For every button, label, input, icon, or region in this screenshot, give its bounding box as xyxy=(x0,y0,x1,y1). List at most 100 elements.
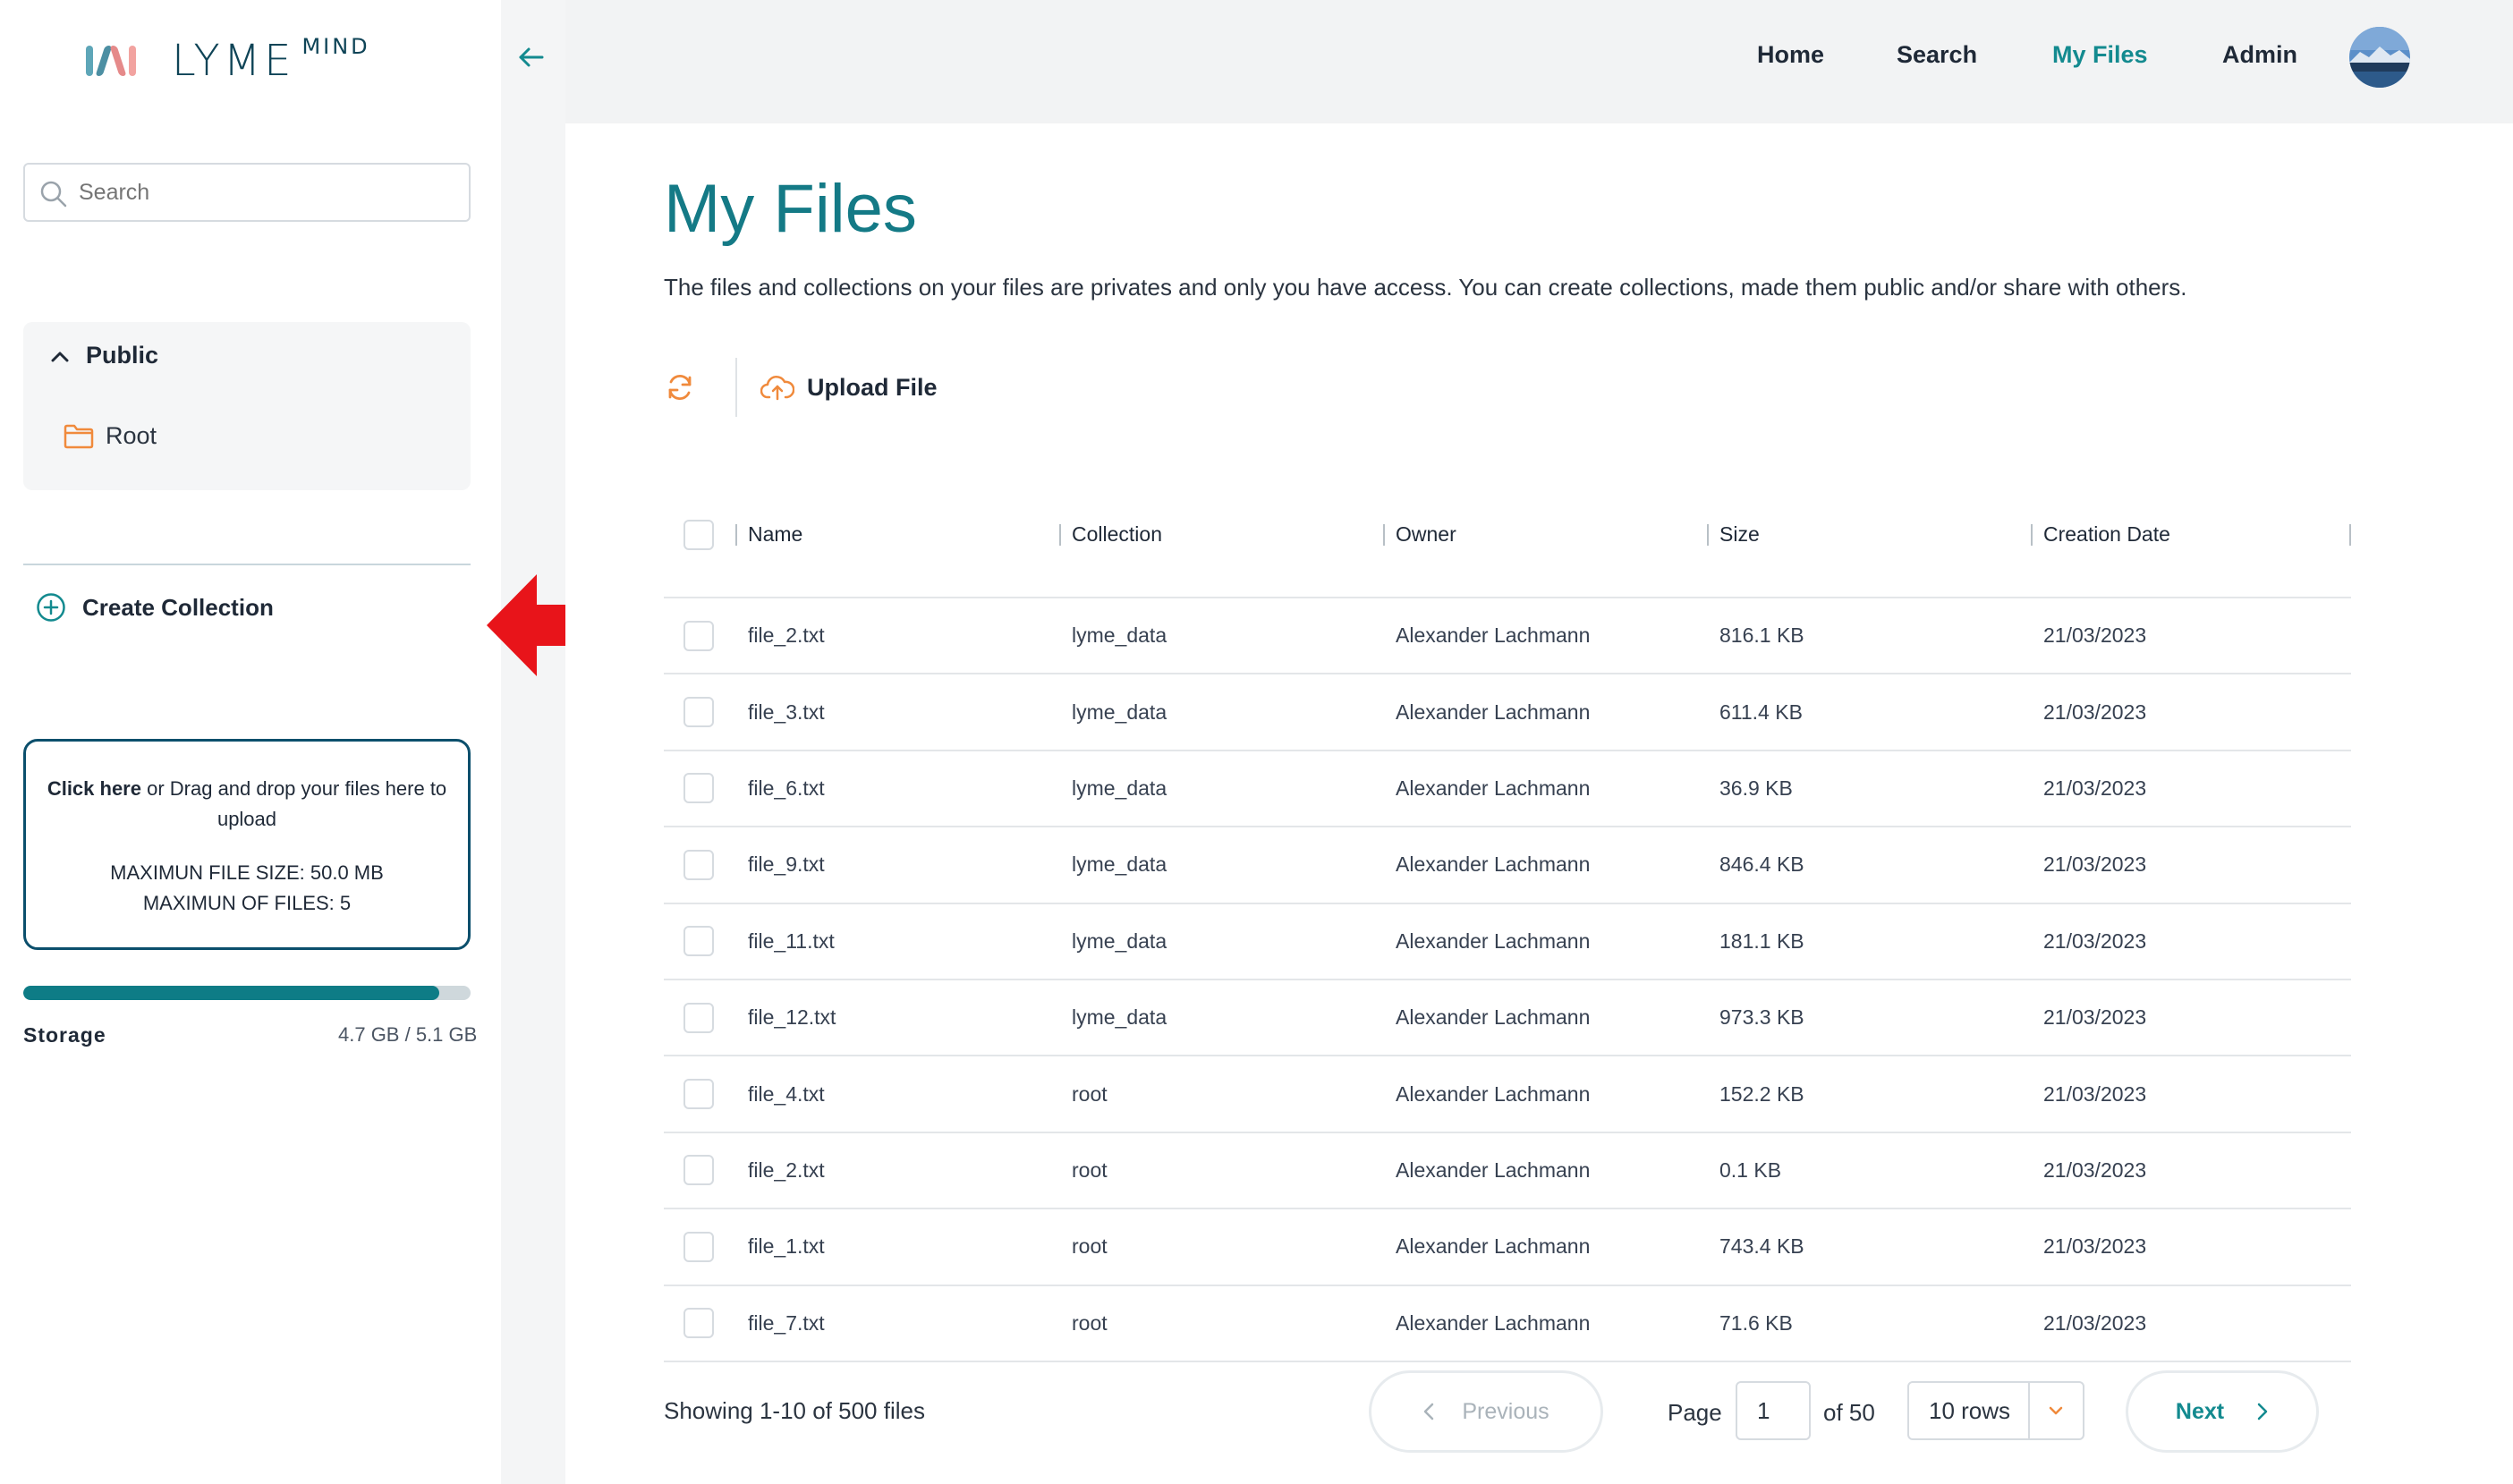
main-content: My Files The files and collections on yo… xyxy=(565,123,2513,1484)
cell-creation-date: 21/03/2023 xyxy=(2031,674,2351,751)
page-title: My Files xyxy=(664,171,917,247)
row-select-cell xyxy=(664,1208,735,1286)
cell-name[interactable]: file_2.txt xyxy=(735,1132,1059,1210)
rows-per-page-value: 10 rows xyxy=(1929,1396,2011,1424)
cell-owner: Alexander Lachmann xyxy=(1383,1208,1707,1286)
cell-size: 152.2 KB xyxy=(1707,1056,2031,1133)
dropzone-instruction: Click here or Drag and drop your files h… xyxy=(26,774,468,835)
table-row[interactable]: file_2.txt root Alexander Lachmann 0.1 KB 21… xyxy=(664,1132,2351,1210)
cell-name[interactable]: file_3.txt xyxy=(735,674,1059,751)
sidebar-item-root[interactable]: Root xyxy=(63,422,157,450)
dropzone-click-here[interactable]: Click here xyxy=(47,777,141,800)
rows-per-page-select[interactable]: 10 rows xyxy=(1907,1381,2084,1440)
cell-name[interactable]: file_11.txt xyxy=(735,903,1059,980)
row-checkbox[interactable] xyxy=(683,849,714,880)
cell-name[interactable]: file_9.txt xyxy=(735,827,1059,904)
app-logo[interactable]: LYME MIND xyxy=(86,34,370,88)
table-row[interactable]: file_6.txt lyme_data Alexander Lachmann 36.… xyxy=(664,750,2351,828)
storage-value: 4.7 GB / 5.1 GB xyxy=(338,1023,478,1046)
cell-name[interactable]: file_4.txt xyxy=(735,1056,1059,1133)
search-icon xyxy=(40,181,67,208)
row-checkbox[interactable] xyxy=(683,620,714,651)
row-select-cell xyxy=(664,598,735,675)
cell-creation-date: 21/03/2023 xyxy=(2031,750,2351,828)
public-collections-panel: Public Root xyxy=(23,322,471,490)
nav-my-files[interactable]: My Files xyxy=(2052,41,2148,69)
file-dropzone[interactable]: Click here or Drag and drop your files h… xyxy=(23,739,471,950)
cell-name[interactable]: file_7.txt xyxy=(735,1285,1059,1362)
row-checkbox[interactable] xyxy=(683,1308,714,1339)
table-row[interactable]: file_7.txt root Alexander Lachmann 71.6 KB 2… xyxy=(664,1285,2351,1362)
nav-search[interactable]: Search xyxy=(1897,41,1977,69)
storage-label: Storage xyxy=(23,1023,106,1047)
files-toolbar: Upload File xyxy=(655,358,938,417)
table-row[interactable]: file_1.txt root Alexander Lachmann 743.4 KB… xyxy=(664,1208,2351,1286)
cell-owner: Alexander Lachmann xyxy=(1383,1285,1707,1362)
cell-size: 0.1 KB xyxy=(1707,1132,2031,1210)
create-collection-button[interactable]: Create Collection xyxy=(36,592,274,623)
row-checkbox[interactable] xyxy=(683,773,714,804)
column-header-creation-date[interactable]: Creation Date xyxy=(2031,472,2351,598)
cell-owner: Alexander Lachmann xyxy=(1383,750,1707,828)
row-checkbox[interactable] xyxy=(683,1079,714,1110)
row-checkbox[interactable] xyxy=(683,1002,714,1033)
chevron-right-icon xyxy=(2257,1403,2268,1420)
table-row[interactable]: file_12.txt lyme_data Alexander Lachmann 97… xyxy=(664,979,2351,1057)
chevron-up-icon xyxy=(51,352,69,361)
cell-creation-date: 21/03/2023 xyxy=(2031,979,2351,1057)
cell-name[interactable]: file_6.txt xyxy=(735,750,1059,828)
column-header-owner[interactable]: Owner xyxy=(1383,472,1707,598)
files-table: Name Collection Owner Size Creation Date… xyxy=(664,472,2351,1362)
row-checkbox[interactable] xyxy=(683,926,714,957)
column-header-size[interactable]: Size xyxy=(1707,472,2031,598)
dropzone-max-files: MAXIMUN OF FILES: 5 xyxy=(142,892,352,914)
cell-name[interactable]: file_12.txt xyxy=(735,979,1059,1057)
cell-collection: lyme_data xyxy=(1059,674,1383,751)
cell-collection: lyme_data xyxy=(1059,903,1383,980)
collapse-sidebar-arrow-icon[interactable] xyxy=(515,41,548,73)
row-select-cell xyxy=(664,903,735,980)
cell-owner: Alexander Lachmann xyxy=(1383,1056,1707,1133)
cell-owner: Alexander Lachmann xyxy=(1383,598,1707,675)
files-table-body: file_2.txt lyme_data Alexander Lachmann 816… xyxy=(664,598,2351,1362)
row-checkbox[interactable] xyxy=(683,1155,714,1186)
public-section-title: Public xyxy=(86,342,159,369)
column-header-name[interactable]: Name xyxy=(735,472,1059,598)
column-header-collection[interactable]: Collection xyxy=(1059,472,1383,598)
storage-progress-fill xyxy=(23,986,439,1000)
cell-collection: root xyxy=(1059,1132,1383,1210)
row-select-cell xyxy=(664,979,735,1057)
upload-file-button[interactable]: Upload File xyxy=(760,374,938,402)
logo-text: LYME xyxy=(172,36,295,86)
cell-name[interactable]: file_1.txt xyxy=(735,1208,1059,1286)
user-avatar[interactable] xyxy=(2349,27,2410,88)
nav-home[interactable]: Home xyxy=(1757,41,1824,69)
cell-name[interactable]: file_2.txt xyxy=(735,598,1059,675)
row-checkbox[interactable] xyxy=(683,697,714,728)
upload-file-label: Upload File xyxy=(807,373,938,401)
table-row[interactable]: file_9.txt lyme_data Alexander Lachmann 846… xyxy=(664,827,2351,904)
rows-dropdown-toggle[interactable] xyxy=(2027,1383,2083,1438)
sidebar-search-input[interactable] xyxy=(79,179,469,206)
cell-creation-date: 21/03/2023 xyxy=(2031,1132,2351,1210)
previous-page-button[interactable]: Previous xyxy=(1369,1370,1603,1453)
select-all-checkbox[interactable] xyxy=(683,519,714,550)
cell-collection: root xyxy=(1059,1056,1383,1133)
next-page-button[interactable]: Next xyxy=(2126,1370,2319,1453)
row-select-cell xyxy=(664,1056,735,1133)
nav-admin[interactable]: Admin xyxy=(2222,41,2297,69)
plus-circle-icon xyxy=(37,593,65,622)
cell-creation-date: 21/03/2023 xyxy=(2031,1208,2351,1286)
table-row[interactable]: file_2.txt lyme_data Alexander Lachmann 816… xyxy=(664,598,2351,675)
public-section-toggle[interactable]: Public xyxy=(50,342,158,369)
table-row[interactable]: file_3.txt lyme_data Alexander Lachmann 611… xyxy=(664,674,2351,751)
cell-size: 36.9 KB xyxy=(1707,750,2031,828)
table-row[interactable]: file_4.txt root Alexander Lachmann 152.2 KB… xyxy=(664,1056,2351,1133)
cell-size: 846.4 KB xyxy=(1707,827,2031,904)
cell-collection: lyme_data xyxy=(1059,598,1383,675)
row-checkbox[interactable] xyxy=(683,1231,714,1262)
row-select-cell xyxy=(664,750,735,828)
page-number-input[interactable] xyxy=(1736,1381,1811,1440)
refresh-button[interactable] xyxy=(655,362,705,412)
table-row[interactable]: file_11.txt lyme_data Alexander Lachmann 18… xyxy=(664,903,2351,980)
